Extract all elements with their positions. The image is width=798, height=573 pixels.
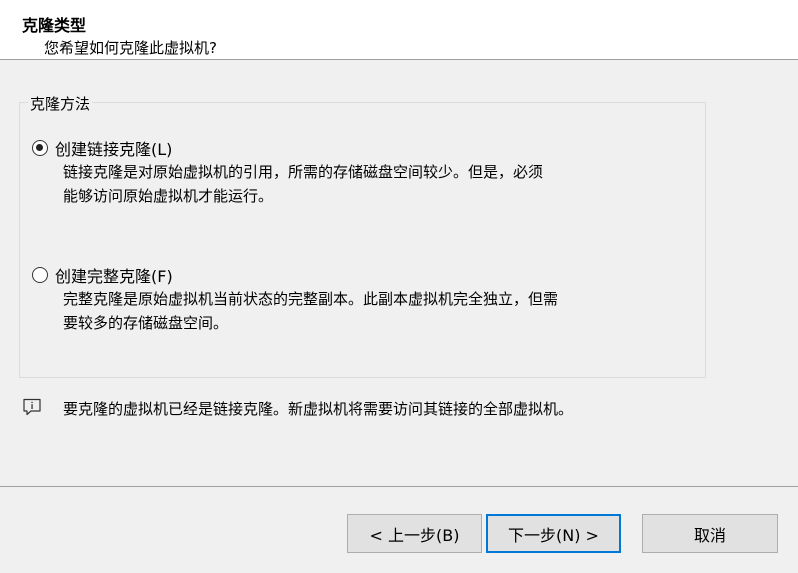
clone-method-legend: 克隆方法	[28, 93, 93, 114]
description-line: 能够访问原始虚拟机才能运行。	[63, 187, 274, 205]
cancel-button[interactable]: 取消	[642, 514, 778, 553]
wizard-header: 克隆类型 您希望如何克隆此虚拟机?	[0, 0, 798, 60]
description-line: 链接克隆是对原始虚拟机的引用，所需的存储磁盘空间较少。但是，必须	[63, 163, 544, 181]
radio-linked-clone-label[interactable]: 创建链接克隆(L)	[55, 136, 172, 160]
radio-button-checked[interactable]	[32, 140, 48, 156]
radio-full-clone-label[interactable]: 创建完整克隆(F)	[55, 263, 173, 287]
radio-linked-clone[interactable]: 创建链接克隆(L)	[32, 136, 172, 160]
page-subtitle: 您希望如何克隆此虚拟机?	[44, 39, 217, 57]
radio-button-unchecked[interactable]	[32, 267, 48, 283]
description-line: 要较多的存储磁盘空间。	[63, 314, 229, 332]
description-line: 完整克隆是原始虚拟机当前状态的完整副本。此副本虚拟机完全独立，但需	[63, 290, 559, 308]
footer-divider	[0, 486, 798, 487]
info-message-icon	[23, 398, 41, 416]
radio-full-clone[interactable]: 创建完整克隆(F)	[32, 263, 173, 287]
back-button[interactable]: < 上一步(B)	[347, 514, 482, 553]
linked-clone-description: 链接克隆是对原始虚拟机的引用，所需的存储磁盘空间较少。但是，必须 能够访问原始虚…	[63, 160, 663, 208]
info-message: 要克隆的虚拟机已经是链接克隆。新虚拟机将需要访问其链接的全部虚拟机。	[63, 400, 574, 418]
page-title: 克隆类型	[22, 16, 87, 35]
next-button[interactable]: 下一步(N) >	[486, 514, 621, 553]
full-clone-description: 完整克隆是原始虚拟机当前状态的完整副本。此副本虚拟机完全独立，但需 要较多的存储…	[63, 287, 663, 335]
